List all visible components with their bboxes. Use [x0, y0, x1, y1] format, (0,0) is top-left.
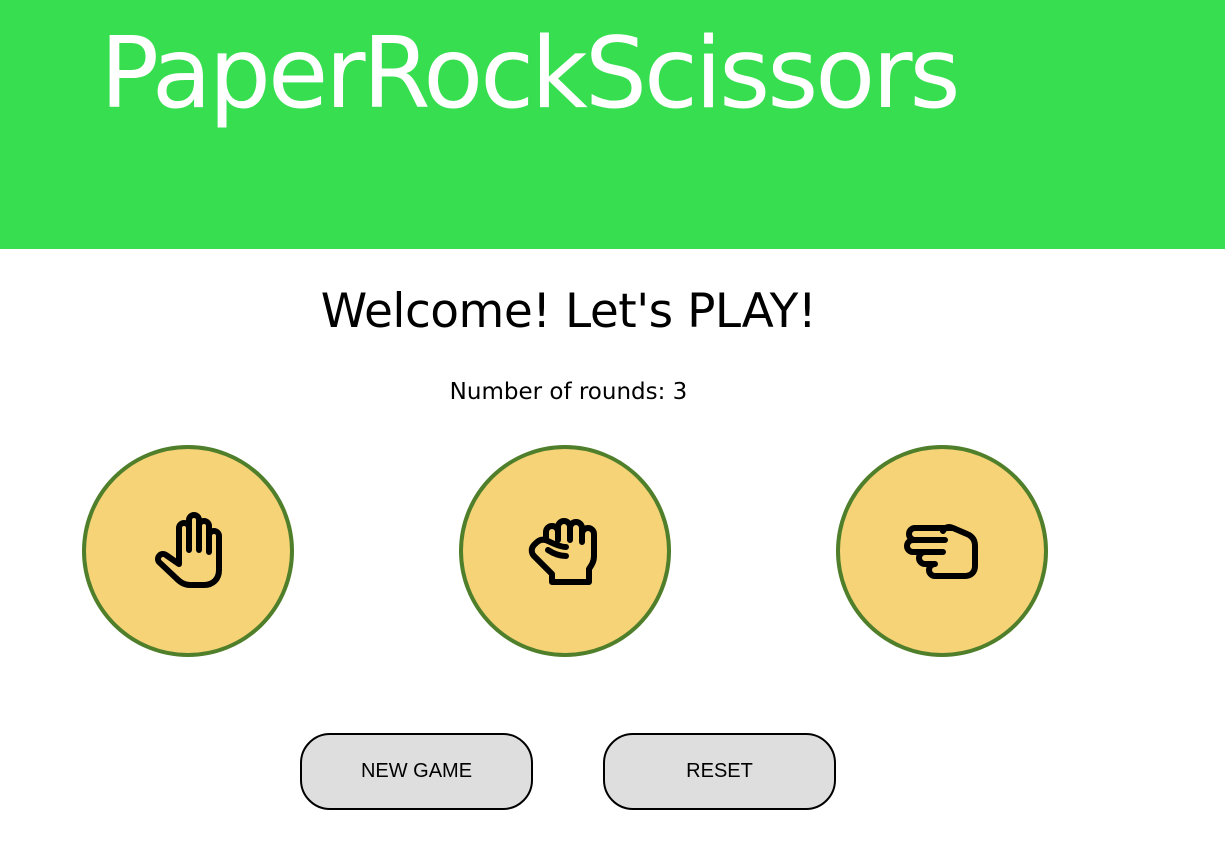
- rounds-counter: Number of rounds: 3: [449, 379, 688, 405]
- hand-paper-icon: [147, 510, 229, 592]
- welcome-heading: Welcome! Let's PLAY!: [320, 284, 817, 339]
- reset-button[interactable]: RESET: [603, 733, 836, 810]
- hand-rock-icon: [524, 510, 606, 592]
- header-banner: PaperRockScissors: [0, 0, 1225, 249]
- new-game-button[interactable]: NEW GAME: [300, 733, 533, 810]
- hand-scissors-icon: [901, 510, 983, 592]
- rock-choice-button[interactable]: [459, 445, 671, 657]
- paper-choice-button[interactable]: [82, 445, 294, 657]
- scissors-choice-button[interactable]: [836, 445, 1048, 657]
- app-title: PaperRockScissors: [100, 17, 961, 131]
